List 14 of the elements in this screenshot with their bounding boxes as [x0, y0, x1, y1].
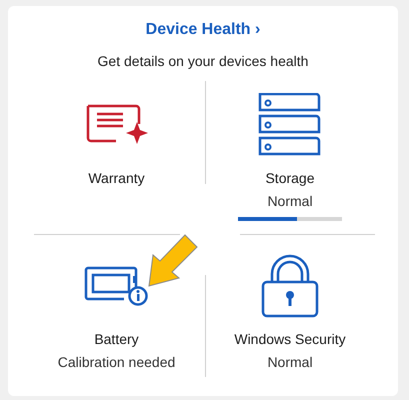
tile-label: Storage [265, 169, 315, 188]
tile-label: Warranty [88, 169, 145, 188]
padlock-icon [261, 254, 319, 318]
tile-status: Normal [267, 192, 313, 211]
server-stack-icon [258, 92, 322, 156]
tile-status: Calibration needed [58, 353, 176, 372]
certificate-icon [86, 104, 148, 146]
tile-label: Windows Security [234, 330, 346, 349]
tile-label: Battery [94, 330, 139, 349]
tile-status: Normal [267, 353, 313, 372]
subtitle: Get details on your devices health [98, 52, 308, 71]
pointer-arrow-drawing [147, 233, 199, 289]
device-health-link[interactable]: Device Health › [146, 20, 260, 40]
battery-info-icon [84, 266, 150, 306]
